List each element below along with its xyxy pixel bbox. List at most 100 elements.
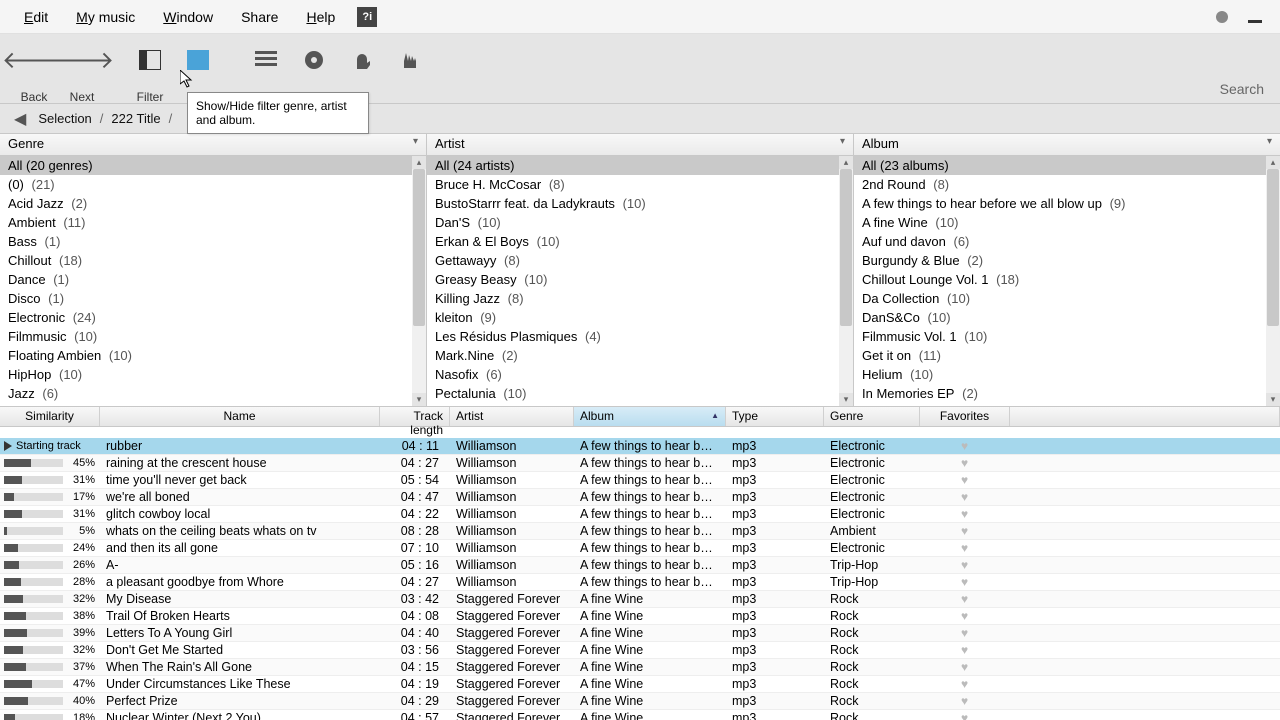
pane-item[interactable]: Acid Jazz (2) bbox=[0, 194, 412, 213]
menu-my-music[interactable]: My music bbox=[62, 3, 149, 31]
favorite-icon[interactable]: ♥ bbox=[920, 710, 1010, 720]
pane-item[interactable]: HipHop (10) bbox=[0, 365, 412, 384]
table-row[interactable]: 5%whats on the ceiling beats whats on tv… bbox=[0, 523, 1280, 540]
pane-item[interactable]: 2nd Round (8) bbox=[854, 175, 1266, 194]
table-row[interactable]: Starting trackrubber04 : 11WilliamsonA f… bbox=[0, 438, 1280, 455]
pane-item[interactable]: Mark.Nine (2) bbox=[427, 346, 839, 365]
scrollbar[interactable]: ▴▾ bbox=[1266, 156, 1280, 406]
pane-item[interactable]: Chillout Lounge Vol. 1 (18) bbox=[854, 270, 1266, 289]
pane-item[interactable]: Killing Jazz (8) bbox=[427, 289, 839, 308]
pane-item[interactable]: Professor Kliq (16) bbox=[427, 403, 839, 406]
pane-item-all[interactable]: All (23 albums) bbox=[854, 156, 1266, 175]
table-row[interactable]: 40%Perfect Prize04 : 29Staggered Forever… bbox=[0, 693, 1280, 710]
minimize-button[interactable] bbox=[1248, 20, 1262, 23]
pane-item[interactable]: Auf und davon (6) bbox=[854, 232, 1266, 251]
favorite-icon[interactable]: ♥ bbox=[920, 591, 1010, 607]
pane-item[interactable]: Get it on (11) bbox=[854, 346, 1266, 365]
pane-item[interactable]: Floating Ambien (10) bbox=[0, 346, 412, 365]
favorite-icon[interactable]: ♥ bbox=[920, 472, 1010, 488]
pane-item[interactable]: Da Collection (10) bbox=[854, 289, 1266, 308]
table-row[interactable]: 32%Don't Get Me Started03 : 56Staggered … bbox=[0, 642, 1280, 659]
breadcrumb-count[interactable]: 222 Title bbox=[107, 111, 164, 126]
table-row[interactable]: 38%Trail Of Broken Hearts04 : 08Staggere… bbox=[0, 608, 1280, 625]
pane-item[interactable]: Bass (1) bbox=[0, 232, 412, 251]
menu-edit[interactable]: Edit bbox=[10, 3, 62, 31]
pane-item[interactable]: Bruce H. McCosar (8) bbox=[427, 175, 839, 194]
favorite-icon[interactable]: ♥ bbox=[920, 625, 1010, 641]
pane-item[interactable]: Electronic (24) bbox=[0, 308, 412, 327]
pane-item[interactable]: Dance (1) bbox=[0, 270, 412, 289]
pane-item[interactable]: (0) (21) bbox=[0, 175, 412, 194]
pane-item[interactable]: Pectalunia (10) bbox=[427, 384, 839, 403]
menu-help[interactable]: Help bbox=[292, 3, 349, 31]
pane-item[interactable]: Les Résidus Plasmiques (4) bbox=[427, 327, 839, 346]
th-artist[interactable]: Artist bbox=[450, 407, 574, 426]
pane-item[interactable]: Erkan & El Boys (10) bbox=[427, 232, 839, 251]
table-row[interactable]: 31%time you'll never get back05 : 54Will… bbox=[0, 472, 1280, 489]
table-row[interactable]: 24%and then its all gone07 : 10Williamso… bbox=[0, 540, 1280, 557]
pane-item[interactable]: A few things to hear before we all blow … bbox=[854, 194, 1266, 213]
favorite-icon[interactable]: ♥ bbox=[920, 608, 1010, 624]
table-row[interactable]: 26%A-05 : 16WilliamsonA few things to he… bbox=[0, 557, 1280, 574]
th-album[interactable]: Album bbox=[574, 407, 726, 426]
pane-item[interactable]: BustoStarrr feat. da Ladykrauts (10) bbox=[427, 194, 839, 213]
th-name[interactable]: Name bbox=[100, 407, 380, 426]
favorite-icon[interactable]: ♥ bbox=[920, 557, 1010, 573]
pane-item[interactable]: Helium (10) bbox=[854, 365, 1266, 384]
scrollbar[interactable]: ▴▾ bbox=[839, 156, 853, 406]
search-label[interactable]: Search bbox=[1220, 81, 1264, 97]
pane-item[interactable]: DanS&Co (10) bbox=[854, 308, 1266, 327]
favorite-icon[interactable]: ♥ bbox=[920, 523, 1010, 539]
breadcrumb-back-icon[interactable]: ◀ bbox=[6, 109, 34, 129]
th-type[interactable]: Type bbox=[726, 407, 824, 426]
view-touch-button[interactable] bbox=[386, 38, 434, 76]
pane-header-album[interactable]: Album bbox=[854, 134, 1280, 156]
favorite-icon[interactable]: ♥ bbox=[920, 693, 1010, 709]
pane-item-all[interactable]: All (24 artists) bbox=[427, 156, 839, 175]
pane-item[interactable]: In the mood for Swing (10) bbox=[854, 403, 1266, 406]
pane-item[interactable]: Nasofix (6) bbox=[427, 365, 839, 384]
pane-item[interactable]: A fine Wine (10) bbox=[854, 213, 1266, 232]
pane-item[interactable]: Dan'S (10) bbox=[427, 213, 839, 232]
pane-item[interactable]: Burgundy & Blue (2) bbox=[854, 251, 1266, 270]
pane-item[interactable]: Greasy Beasy (10) bbox=[427, 270, 839, 289]
help-about-icon[interactable]: ?i bbox=[357, 7, 377, 27]
table-row[interactable]: 17%we're all boned04 : 47WilliamsonA few… bbox=[0, 489, 1280, 506]
view-mitten-button[interactable] bbox=[338, 38, 386, 76]
favorite-icon[interactable]: ♥ bbox=[920, 574, 1010, 590]
table-row[interactable]: 32%My Disease03 : 42Staggered ForeverA f… bbox=[0, 591, 1280, 608]
pane-header-genre[interactable]: Genre bbox=[0, 134, 426, 156]
menu-window[interactable]: Window bbox=[149, 3, 227, 31]
table-row[interactable]: 37%When The Rain's All Gone04 : 15Stagge… bbox=[0, 659, 1280, 676]
pane-item[interactable]: Jazz (6) bbox=[0, 384, 412, 403]
pane-item[interactable]: Disco (1) bbox=[0, 289, 412, 308]
menu-share[interactable]: Share bbox=[227, 3, 292, 31]
pane-item[interactable]: Gettawayy (8) bbox=[427, 251, 839, 270]
pane-header-artist[interactable]: Artist bbox=[427, 134, 853, 156]
favorite-icon[interactable]: ♥ bbox=[920, 506, 1010, 522]
pane-item[interactable]: Filmmusic Vol. 1 (10) bbox=[854, 327, 1266, 346]
pane-item[interactable]: Ambient (11) bbox=[0, 213, 412, 232]
favorite-icon[interactable]: ♥ bbox=[920, 642, 1010, 658]
th-length[interactable]: Track length bbox=[380, 407, 450, 426]
table-row[interactable]: 18%Nuclear Winter (Next 2 You)04 : 57Sta… bbox=[0, 710, 1280, 720]
favorite-icon[interactable]: ♥ bbox=[920, 540, 1010, 556]
pane-item[interactable]: Jazz+Funk (2) bbox=[0, 403, 412, 406]
favorite-icon[interactable]: ♥ bbox=[920, 676, 1010, 692]
table-row[interactable]: 39%Letters To A Young Girl04 : 40Stagger… bbox=[0, 625, 1280, 642]
view-cover-button[interactable] bbox=[290, 38, 338, 76]
th-genre[interactable]: Genre bbox=[824, 407, 920, 426]
scrollbar[interactable]: ▴▾ bbox=[412, 156, 426, 406]
table-row[interactable]: 47%Under Circumstances Like These04 : 19… bbox=[0, 676, 1280, 693]
pane-item[interactable]: Filmmusic (10) bbox=[0, 327, 412, 346]
favorite-icon[interactable]: ♥ bbox=[920, 438, 1010, 454]
pane-item[interactable]: kleiton (9) bbox=[427, 308, 839, 327]
view-list-button[interactable] bbox=[242, 38, 290, 76]
favorite-icon[interactable]: ♥ bbox=[920, 489, 1010, 505]
pane-item[interactable]: In Memories EP (2) bbox=[854, 384, 1266, 403]
table-row[interactable]: 28%a pleasant goodbye from Whore04 : 27W… bbox=[0, 574, 1280, 591]
table-row[interactable]: 31%glitch cowboy local04 : 22WilliamsonA… bbox=[0, 506, 1280, 523]
filter-panes-button[interactable] bbox=[174, 38, 222, 76]
th-favorites[interactable]: Favorites bbox=[920, 407, 1010, 426]
th-similarity[interactable]: Similarity bbox=[0, 407, 100, 426]
